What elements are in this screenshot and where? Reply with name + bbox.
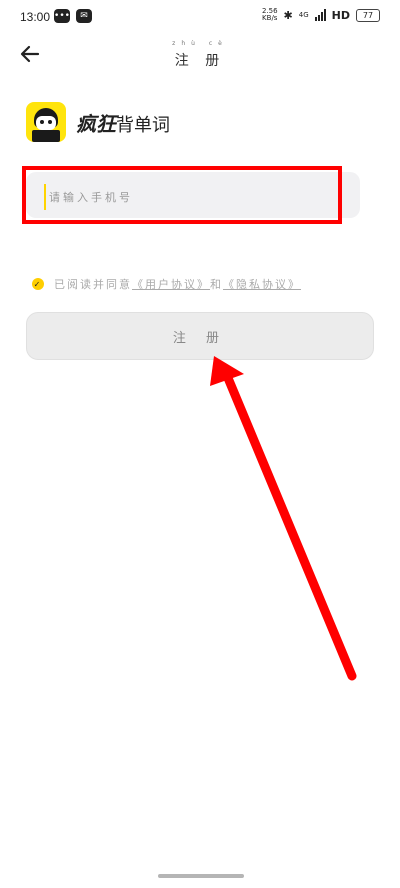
annotation-arrow — [210, 356, 357, 681]
home-indicator[interactable] — [158, 874, 244, 878]
